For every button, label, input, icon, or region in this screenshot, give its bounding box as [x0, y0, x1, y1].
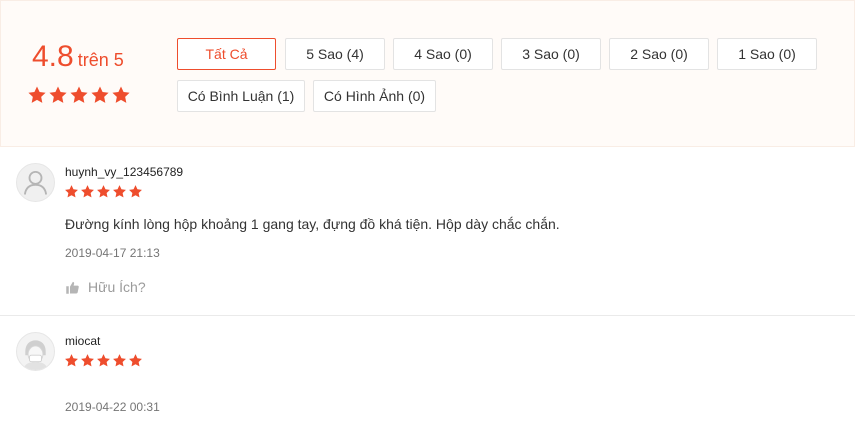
thumbs-up-icon: [66, 281, 79, 294]
helpful-button[interactable]: Hữu Ích?: [65, 279, 146, 295]
star-icon: [112, 86, 130, 103]
review-rating-stars: [64, 184, 143, 199]
filter-2-star-button[interactable]: 2 Sao (0): [609, 38, 709, 70]
review-timestamp: 2019-04-22 00:31: [65, 400, 160, 414]
user-avatar: [16, 332, 55, 371]
average-rating-value: 4.8: [32, 40, 74, 73]
review-rating-stars: [64, 353, 143, 368]
rating-overview: 4.8 trên 5 Tất Cả 5 Sao (4) 4 Sao (0) 3 S…: [0, 0, 855, 147]
star-icon: [97, 185, 110, 198]
star-icon: [65, 185, 78, 198]
star-icon: [81, 354, 94, 367]
average-rating-suffix: trên 5: [77, 50, 124, 70]
star-icon: [91, 86, 109, 103]
star-icon: [129, 354, 142, 367]
review-item: huynh_vy_123456789 Đường kính lòng hộp k…: [0, 147, 855, 315]
reviewer-name: miocat: [65, 334, 101, 348]
star-icon: [113, 185, 126, 198]
star-icon: [28, 86, 46, 103]
star-icon: [129, 185, 142, 198]
filter-with-images-button[interactable]: Có Hình Ảnh (0): [313, 80, 436, 112]
star-icon: [113, 354, 126, 367]
star-icon: [81, 185, 94, 198]
default-avatar-icon: [16, 163, 55, 202]
star-icon: [70, 86, 88, 103]
filter-1-star-button[interactable]: 1 Sao (0): [717, 38, 817, 70]
helpful-label: Hữu Ích?: [88, 279, 146, 295]
filter-all-button[interactable]: Tất Cả: [177, 38, 276, 70]
reviewer-name: huynh_vy_123456789: [65, 165, 184, 179]
filter-4-star-button[interactable]: 4 Sao (0): [393, 38, 493, 70]
filter-5-star-button[interactable]: 5 Sao (4): [285, 38, 385, 70]
average-rating: 4.8 trên 5: [32, 40, 124, 74]
review-timestamp: 2019-04-17 21:13: [65, 246, 160, 260]
star-icon: [65, 354, 78, 367]
review-item: miocat 2019-04-22 00:31: [0, 316, 855, 424]
average-rating-stars: [27, 85, 131, 105]
filter-3-star-button[interactable]: 3 Sao (0): [501, 38, 601, 70]
review-comment: Đường kính lòng hộp khoảng 1 gang tay, đ…: [65, 216, 560, 232]
star-icon: [97, 354, 110, 367]
star-icon: [49, 86, 67, 103]
filter-with-comment-button[interactable]: Có Bình Luận (1): [177, 80, 305, 112]
